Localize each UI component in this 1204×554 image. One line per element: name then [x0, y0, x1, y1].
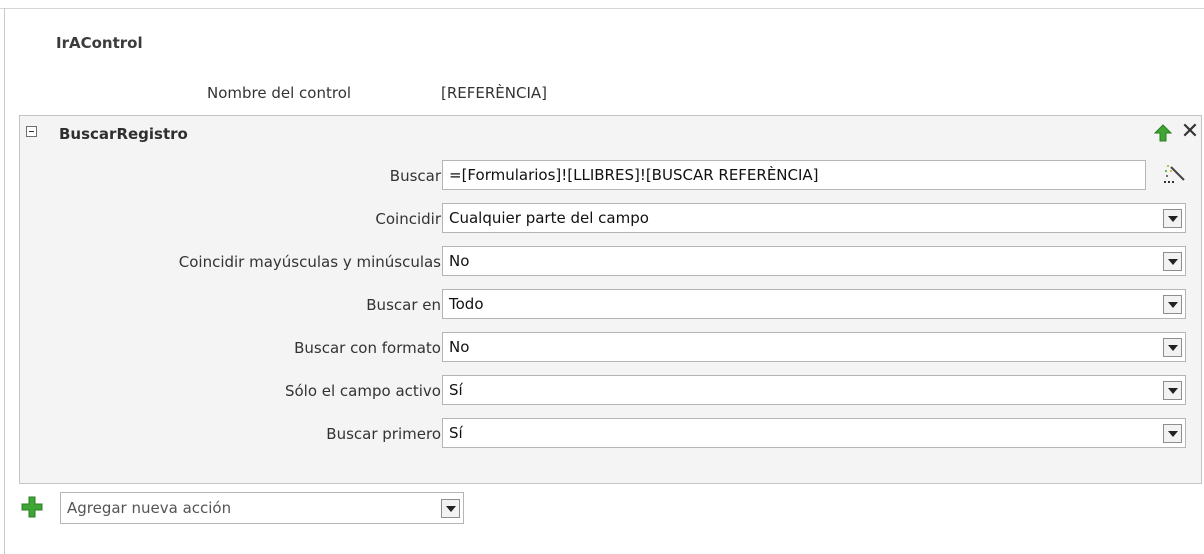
- chevron-down-icon[interactable]: [441, 499, 460, 518]
- chevron-down-icon[interactable]: [1163, 338, 1182, 357]
- group-title: BuscarRegistro: [59, 125, 188, 143]
- find-first-select[interactable]: Sí: [442, 418, 1186, 448]
- buscar-value: =[Formularios]![LLIBRES]![BUSCAR REFERÈN…: [449, 166, 819, 184]
- chevron-down-icon[interactable]: [1163, 209, 1182, 228]
- search-in-label: Buscar en: [366, 296, 441, 314]
- add-new-action-select[interactable]: Agregar nueva acción: [60, 492, 464, 524]
- close-x-icon[interactable]: ✕: [1179, 120, 1201, 144]
- find-first-value: Sí: [449, 424, 463, 442]
- green-plus-icon[interactable]: [21, 496, 43, 518]
- chevron-down-icon[interactable]: [1163, 381, 1182, 400]
- add-new-action-placeholder: Agregar nueva acción: [67, 499, 232, 517]
- group-header: BuscarRegistro ✕: [20, 116, 1201, 150]
- only-current-field-value: Sí: [449, 381, 463, 399]
- chevron-down-icon[interactable]: [1163, 424, 1182, 443]
- match-case-label: Coincidir mayúsculas y minúsculas: [178, 253, 441, 271]
- match-case-select[interactable]: No: [442, 246, 1186, 276]
- buscar-label: Buscar: [389, 167, 441, 185]
- expression-builder-icon[interactable]: [1162, 161, 1188, 187]
- left-border: [4, 8, 5, 554]
- move-up-arrow-icon[interactable]: [1154, 124, 1172, 142]
- chevron-down-icon[interactable]: [1163, 295, 1182, 314]
- coincidir-label: Coincidir: [375, 210, 441, 228]
- buscarregistro-action-group: BuscarRegistro ✕ Buscar =[Formularios]![…: [19, 115, 1202, 484]
- search-formatted-value: No: [449, 338, 470, 356]
- coincidir-select[interactable]: Cualquier parte del campo: [442, 203, 1186, 233]
- chevron-down-icon[interactable]: [1163, 252, 1182, 271]
- search-formatted-select[interactable]: No: [442, 332, 1186, 362]
- collapse-minus-icon[interactable]: [26, 126, 37, 137]
- top-border: [0, 0, 1204, 9]
- only-current-field-select[interactable]: Sí: [442, 375, 1186, 405]
- control-name-label: Nombre del control: [207, 84, 352, 102]
- action-title: IrAControl: [56, 34, 143, 52]
- match-case-value: No: [449, 252, 470, 270]
- search-in-select[interactable]: Todo: [442, 289, 1186, 319]
- search-formatted-label: Buscar con formato: [294, 339, 441, 357]
- only-current-field-label: Sólo el campo activo: [284, 382, 441, 400]
- coincidir-value: Cualquier parte del campo: [449, 209, 649, 227]
- control-name-value[interactable]: [REFERÈNCIA]: [441, 84, 547, 102]
- buscar-input[interactable]: =[Formularios]![LLIBRES]![BUSCAR REFERÈN…: [442, 160, 1146, 190]
- find-first-label: Buscar primero: [326, 425, 441, 443]
- search-in-value: Todo: [449, 295, 484, 313]
